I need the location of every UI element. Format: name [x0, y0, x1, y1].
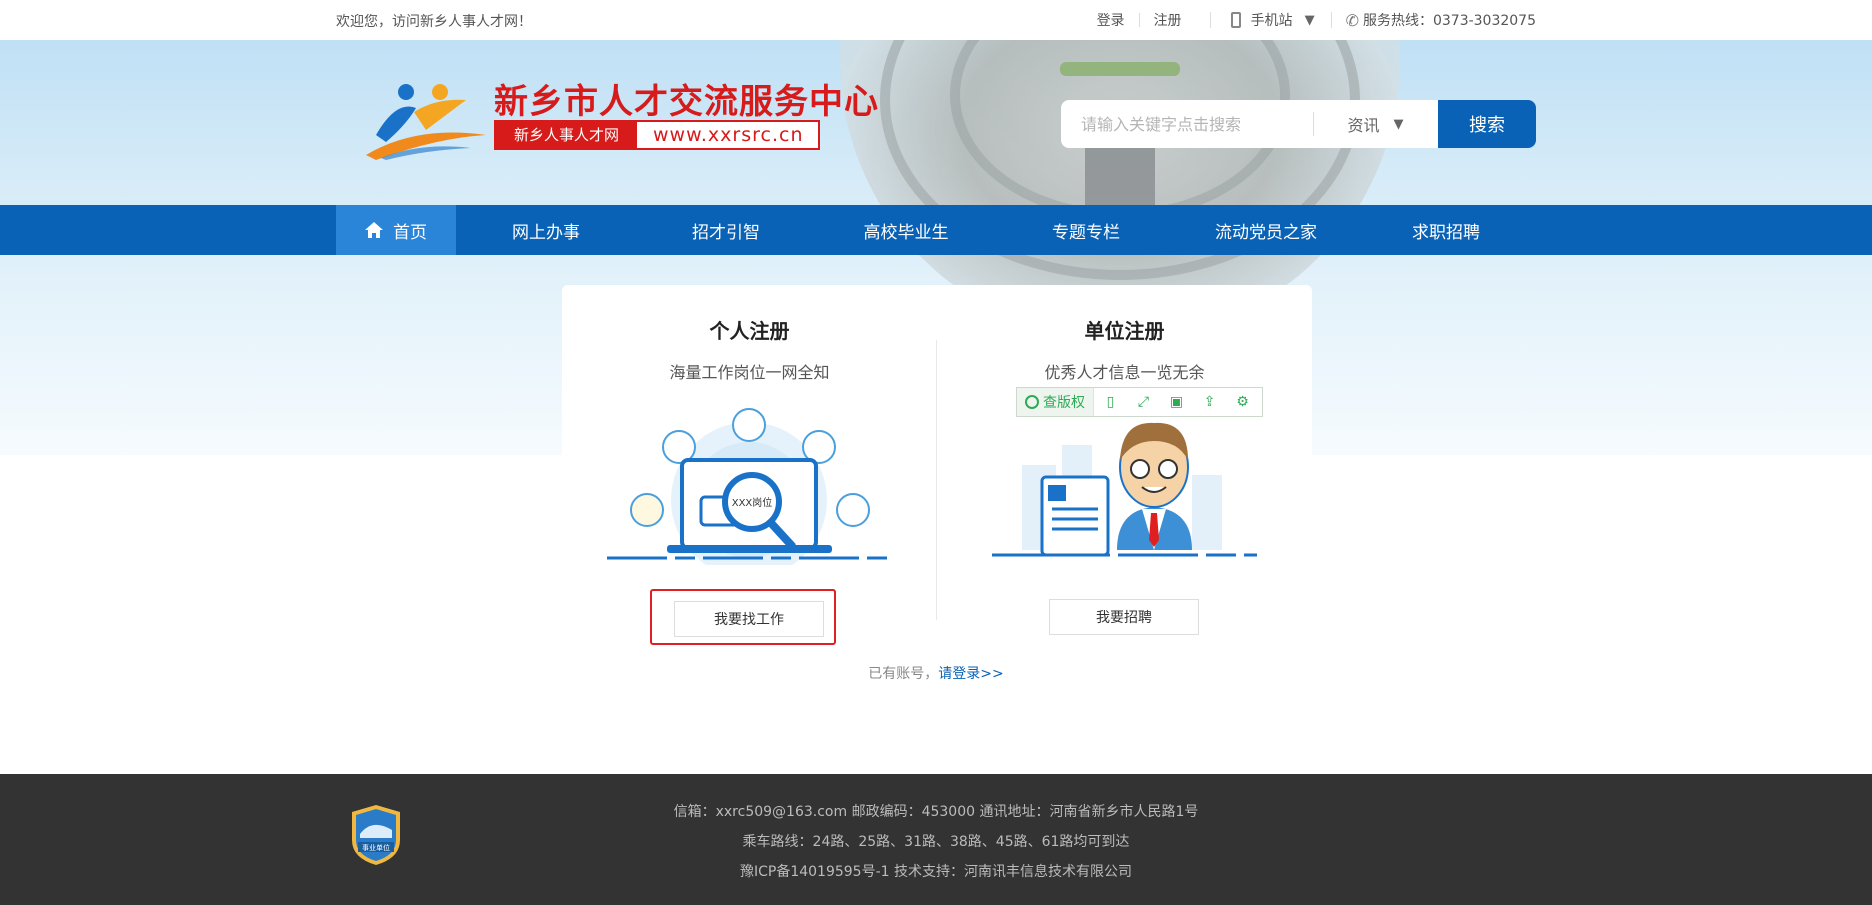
mobile-phone-icon: [1230, 12, 1241, 28]
company-register-subtitle: 优秀人才信息一览无余: [1044, 363, 1205, 382]
login-prompt-text: 已有账号，: [868, 666, 939, 682]
save-icon[interactable]: ▣: [1160, 388, 1193, 416]
top-bar: 欢迎您，访问新乡人事人才网！ 登录 注册 手机站 ▼ ✆ 服务热线：0373-3…: [0, 0, 1872, 40]
footer-icp: 豫ICP备14019595号-1 技术支持：河南讯丰信息技术有限公司: [739, 864, 1132, 880]
nav-item-label: 首页: [393, 222, 427, 243]
bookmark-icon[interactable]: ▯: [1094, 388, 1127, 416]
main-navigation: 首页 网上办事 招才引智 高校毕业生 专题专栏 流动党员之家 求职招聘: [0, 205, 1872, 255]
login-link[interactable]: 登录: [1083, 10, 1139, 30]
footer: 事业单位 信箱：xxrc509@163.com 邮政编码：453000 通讯地址…: [0, 774, 1872, 905]
caret-down-icon: ▼: [1304, 12, 1315, 28]
site-logo-icon: [366, 84, 486, 160]
footer-contact: 信箱：xxrc509@163.com 邮政编码：453000 通讯地址：河南省新…: [673, 804, 1199, 820]
job-search-illustration: XXX岗位: [607, 408, 892, 565]
nav-item-special-topics[interactable]: 专题专栏: [996, 205, 1176, 255]
search-category-label: 资讯: [1347, 116, 1380, 135]
nav-item-graduates[interactable]: 高校毕业生: [816, 205, 996, 255]
mobile-site-dropdown[interactable]: 手机站 ▼: [1209, 12, 1332, 29]
company-register-title: 单位注册: [1084, 319, 1165, 343]
login-link[interactable]: 请登录>>: [938, 666, 1003, 682]
nav-item-talent-recruitment[interactable]: 招才引智: [636, 205, 816, 255]
footer-bus-routes: 乘车路线：24路、25路、31路、38路、45路、61路均可到达: [742, 834, 1130, 850]
register-link[interactable]: 注册: [1140, 10, 1196, 30]
welcome-text: 欢迎您，访问新乡人事人才网！: [336, 14, 532, 30]
illustration-label: XXX岗位: [732, 496, 773, 509]
site-url: www.xxrsrc.cn: [653, 124, 804, 146]
service-hotline: ✆ 服务热线：0373-3032075: [1332, 10, 1536, 30]
nav-item-home[interactable]: 首页: [336, 205, 456, 255]
personal-register-title: 个人注册: [709, 319, 790, 343]
personal-register-panel: 个人注册 海量工作岗位一网全知 XXX岗位 我要找工作: [562, 285, 937, 675]
company-register-panel: 单位注册 优秀人才信息一览无余 我要招聘: [937, 285, 1312, 675]
caret-down-icon: ▼: [1393, 116, 1404, 132]
home-icon: [365, 222, 383, 238]
gear-icon[interactable]: ⚙: [1226, 388, 1259, 416]
check-copyright-label: 查版权: [1043, 395, 1085, 411]
hotline-text: 服务热线：0373-3032075: [1362, 13, 1536, 29]
register-card: 个人注册 海量工作岗位一网全知 XXX岗位 我要找工作 单位注册 优秀人才信息一…: [562, 285, 1312, 675]
share-icon[interactable]: ⇪: [1193, 388, 1226, 416]
mobile-site-label: 手机站: [1250, 13, 1293, 29]
image-tools-toolbar: 查版权 ▯ ⤢ ▣ ⇪ ⚙: [1016, 387, 1263, 417]
expand-icon[interactable]: ⤢: [1127, 388, 1160, 416]
site-title: 新乡市人才交流服务中心: [494, 82, 879, 122]
personal-register-subtitle: 海量工作岗位一网全知: [669, 363, 830, 382]
site-subtitle-name: 新乡人事人才网: [496, 122, 638, 148]
search-input[interactable]: [1061, 100, 1313, 148]
search-category-select[interactable]: 资讯 ▼: [1313, 100, 1438, 148]
telephone-icon: ✆: [1345, 10, 1359, 30]
recruiter-illustration: [992, 422, 1257, 557]
search-bar: 资讯 ▼ 搜索: [1061, 100, 1536, 148]
nav-item-online-services[interactable]: 网上办事: [456, 205, 636, 255]
recruit-button[interactable]: 我要招聘: [1049, 599, 1199, 635]
nav-item-job-hunting[interactable]: 求职招聘: [1356, 205, 1536, 255]
find-job-button[interactable]: 我要找工作: [674, 601, 824, 637]
copyright-icon: [1025, 395, 1039, 409]
login-prompt: 已有账号，请登录>>: [0, 663, 1872, 683]
site-subtitle: 新乡人事人才网 www.xxrsrc.cn: [494, 120, 820, 150]
search-button[interactable]: 搜索: [1438, 100, 1536, 148]
nav-item-party-members[interactable]: 流动党员之家: [1176, 205, 1356, 255]
check-copyright-button[interactable]: 查版权: [1017, 388, 1094, 416]
